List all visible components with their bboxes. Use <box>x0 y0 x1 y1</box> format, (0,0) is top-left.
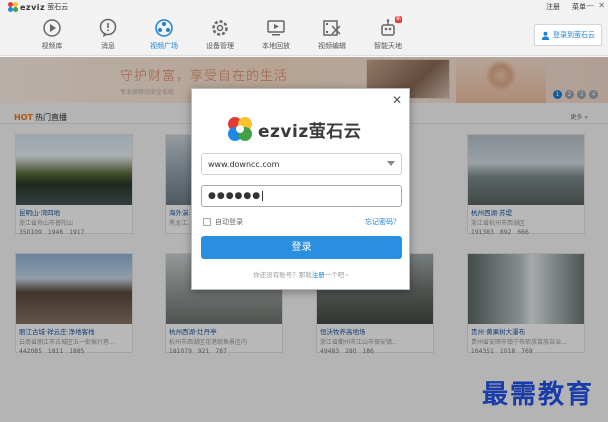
app-logo-cn: 萤石云 <box>47 3 69 11</box>
tool-label: 视频编辑 <box>318 42 346 50</box>
monitor-play-icon <box>267 20 285 36</box>
gear-icon <box>212 20 228 36</box>
message-icon <box>99 18 117 37</box>
tool-label: 消息 <box>101 42 115 50</box>
tool-label: 视频广场 <box>150 42 178 50</box>
login-dialog: ✕ ezviz萤石云 www.downcc.com ●●●●●● 自动登录 忘记… <box>191 88 410 290</box>
auto-login-checkbox[interactable] <box>203 218 211 226</box>
tool-label: 视频库 <box>41 42 63 50</box>
play-circle-icon <box>43 19 61 37</box>
ezviz-logo-icon <box>228 117 252 141</box>
account-value: www.downcc.com <box>208 159 280 169</box>
login-button-label: 登录到萤石云 <box>553 31 595 39</box>
register-prompt: 你还没有账号？那就注册一个吧~ <box>192 269 411 279</box>
chevron-down-icon[interactable] <box>387 161 395 166</box>
close-icon[interactable]: ✕ <box>392 94 402 106</box>
account-field[interactable]: www.downcc.com <box>201 153 402 175</box>
video-square-icon <box>155 19 173 37</box>
register-prefix: 你还没有账号？那就 <box>253 271 312 279</box>
title-bar: ezviz 萤石云 注册 菜单 — ✕ <box>0 0 608 14</box>
window-menu: 注册 菜单 <box>546 2 586 12</box>
tool-label: 本地回放 <box>262 42 290 50</box>
tool-smart-world[interactable]: 新 智能天地 <box>366 16 410 51</box>
app-window: ezviz 萤石云 注册 菜单 — ✕ 视频库 消息 视频广场 设备管理 本地回… <box>0 0 608 422</box>
tool-video-square[interactable]: 视频广场 <box>142 18 186 51</box>
dialog-logo: ezviz萤石云 <box>225 114 361 144</box>
tool-label: 设备管理 <box>206 42 234 50</box>
tool-video-editor[interactable]: 视频编辑 <box>310 18 354 51</box>
password-value: ●●●●●● <box>208 191 262 201</box>
dialog-logo-text: ezviz萤石云 <box>258 121 362 142</box>
forgot-password-link[interactable]: 忘记密码？ <box>365 217 400 227</box>
login-to-ezviz-button[interactable]: 登录到萤石云 <box>534 24 602 46</box>
new-badge: 新 <box>394 16 402 23</box>
auto-login-label: 自动登录 <box>215 218 243 226</box>
site-watermark: 最需教育 <box>482 380 595 410</box>
tool-video-library[interactable]: 视频库 <box>30 18 74 51</box>
main-toolbar: 视频库 消息 视频广场 设备管理 本地回放 视频编辑 新 智能天地 登录到萤石云 <box>0 14 608 56</box>
close-window-button[interactable]: ✕ <box>598 1 605 10</box>
ezviz-logo-icon <box>8 2 18 12</box>
register-suffix: 一个吧~ <box>324 271 350 279</box>
password-field[interactable]: ●●●●●● <box>201 185 402 207</box>
main-menu-link[interactable]: 菜单 <box>572 2 586 12</box>
login-submit-button[interactable]: 登录 <box>201 236 402 259</box>
film-edit-icon <box>323 20 341 36</box>
tool-label: 智能天地 <box>374 42 402 50</box>
tool-messages[interactable]: 消息 <box>86 18 130 51</box>
minimize-button[interactable]: — <box>586 1 594 10</box>
app-logo-text: ezviz <box>20 2 46 12</box>
tool-local-playback[interactable]: 本地回放 <box>254 18 298 51</box>
tool-device-manager[interactable]: 设备管理 <box>198 18 242 51</box>
register-menu-link[interactable]: 注册 <box>546 2 560 12</box>
auto-login-option[interactable]: 自动登录 <box>203 217 243 227</box>
register-link[interactable]: 注册 <box>312 271 325 279</box>
user-icon <box>541 31 550 40</box>
text-caret <box>262 191 264 201</box>
app-logo: ezviz 萤石云 <box>8 2 68 12</box>
